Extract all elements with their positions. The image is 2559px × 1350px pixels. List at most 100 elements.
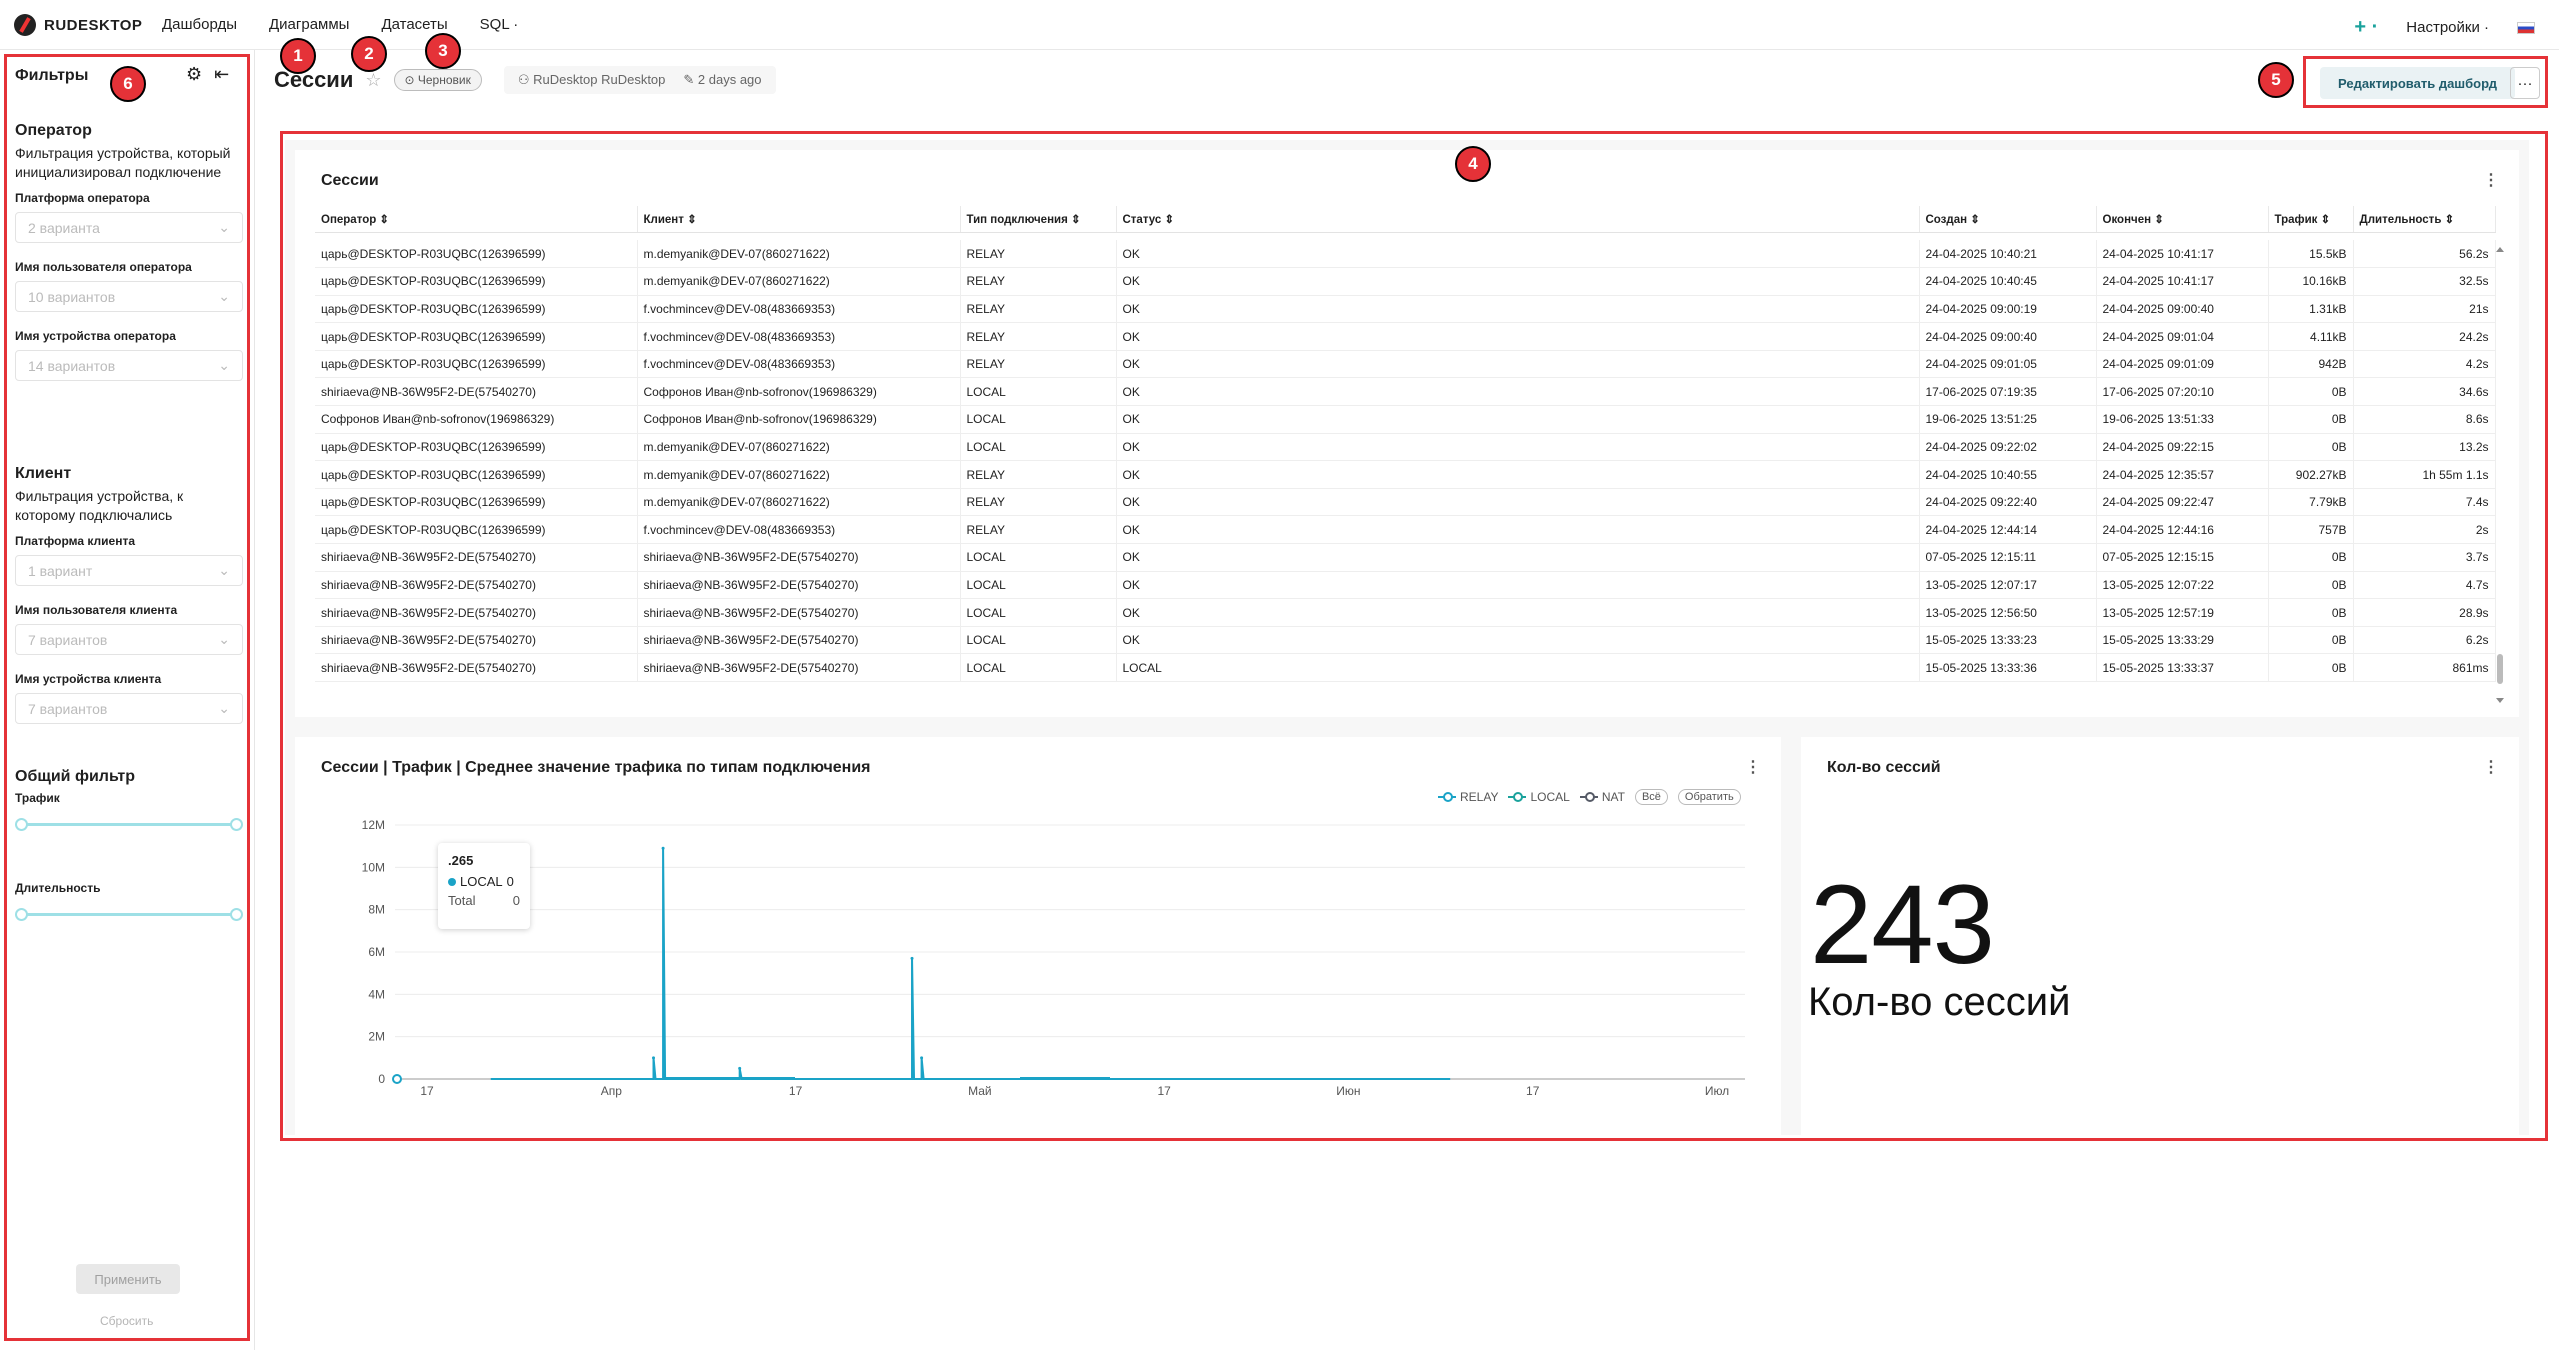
table-header-row: Оператор ⇕ Клиент ⇕ Тип подключения ⇕ Ст… [315,206,2496,233]
operator-platform-select[interactable]: 2 варианта ⌄ [15,212,243,243]
y-tick-label: 6M [368,945,385,959]
column-header-status[interactable]: Статус ⇕ [1116,206,1920,233]
table-row[interactable]: царь@DESKTOP-R03UQBC(126396599) m.demyani… [315,488,2496,517]
x-tick-label: Апр [601,1084,623,1098]
table-cell: 8.6s [2353,405,2496,434]
table-cell: shiriaeva@NB-36W95F2-DE(57540270) [315,626,638,655]
operator-username-select[interactable]: 10 вариантов ⌄ [15,281,243,312]
client-platform-select[interactable]: 1 вариант ⌄ [15,555,243,586]
column-header-ended[interactable]: Окончен ⇕ [2096,206,2269,233]
y-tick-label: 8M [368,903,385,917]
y-tick-label: 10M [362,860,385,874]
page-title: Сессии [274,67,354,92]
table-cell: m.demyanik@DEV-07(860271622) [637,267,961,296]
gear-icon[interactable]: ⚙ [186,64,202,85]
table-cell: 32.5s [2353,267,2496,296]
table-cell: shiriaeva@NB-36W95F2-DE(57540270) [637,598,961,627]
table-row[interactable]: shiriaeva@NB-36W95F2-DE(57540270) shiriae… [315,571,2496,600]
table-row[interactable]: царь@DESKTOP-R03UQBC(126396599) m.demyani… [315,433,2496,462]
language-flag-icon[interactable] [2517,21,2535,34]
table-row[interactable]: shiriaeva@NB-36W95F2-DE(57540270) shiriae… [315,598,2496,627]
table-row[interactable]: shiriaeva@NB-36W95F2-DE(57540270) shiriae… [315,626,2496,655]
column-header-client[interactable]: Клиент ⇕ [637,206,961,233]
slider-max-handle[interactable] [230,818,243,831]
table-cell: 24-04-2025 10:40:45 [1919,267,2097,296]
nav-datasets[interactable]: Датасеты [381,16,447,33]
table-cell: 13-05-2025 12:56:50 [1919,598,2097,627]
collapse-sidebar-icon[interactable]: ⇤ [214,64,229,85]
column-header-traffic[interactable]: Трафик ⇕ [2268,206,2354,233]
slider-max-handle[interactable] [230,908,243,921]
table-cell: 0B [2268,405,2354,434]
table-row[interactable]: царь@DESKTOP-R03UQBC(126396599) f.vochmin… [315,322,2496,351]
chevron-down-icon: ⌄ [218,288,230,304]
card-menu-icon[interactable]: ⋮ [2483,757,2499,777]
annotation-marker-4: 4 [1455,146,1491,182]
nav-sql[interactable]: SQL · [480,16,519,33]
filters-title: Фильтры [15,67,89,84]
traffic-chart-card: Сессии | Трафик | Среднее значение трафи… [295,737,1781,1135]
table-cell: shiriaeva@NB-36W95F2-DE(57540270) [315,377,638,407]
table-row[interactable]: shiriaeva@NB-36W95F2-DE(57540270) shiriae… [315,653,2496,682]
table-cell: OK [1116,460,1920,489]
table-row[interactable]: царь@DESKTOP-R03UQBC(126396599) m.demyani… [315,240,2496,269]
table-cell: 0B [2268,433,2354,462]
tooltip-total-value: 0 [512,893,520,908]
table-cell: Софронов Иван@nb-sofronov(196986329) [637,405,961,434]
data-point [738,1066,742,1070]
nav-charts[interactable]: Диаграммы [269,16,349,33]
app-logo[interactable]: RUDESKTOP [14,14,142,36]
edit-dashboard-button[interactable]: Редактировать дашборд [2320,67,2515,99]
card-title: Кол-во сессий [1827,759,1941,776]
column-header-created[interactable]: Создан ⇕ [1919,206,2097,233]
main-nav: Дашборды Диаграммы Датасеты SQL · [162,16,518,33]
operator-device-select[interactable]: 14 вариантов ⌄ [15,350,243,381]
nav-dashboards[interactable]: Дашборды [162,16,237,33]
table-scrollbar[interactable] [2495,246,2505,706]
table-cell: царь@DESKTOP-R03UQBC(126396599) [315,488,638,517]
general-filter-group: Общий фильтр Трафик Длительность [15,768,243,922]
more-actions-button[interactable]: ··· [2510,67,2540,99]
card-menu-icon[interactable]: ⋮ [2483,170,2499,190]
star-icon[interactable]: ☆ [365,70,381,91]
data-point [920,1056,924,1060]
column-header-connection-type[interactable]: Тип подключения ⇕ [960,206,1117,233]
add-menu-button[interactable]: + · [2354,16,2378,39]
session-count-subtitle: Кол-во сессий [1808,980,2071,1024]
operator-username-label: Имя пользователя оператора [15,260,192,274]
duration-range-slider[interactable] [15,906,243,922]
table-cell: OK [1116,377,1920,407]
client-username-select[interactable]: 7 вариантов ⌄ [15,624,243,655]
table-cell: Софронов Иван@nb-sofronov(196986329) [315,405,638,434]
table-cell: 24-04-2025 10:41:17 [2096,240,2269,269]
client-device-select[interactable]: 7 вариантов ⌄ [15,693,243,724]
settings-menu[interactable]: Настройки · [2406,19,2489,36]
table-row[interactable]: царь@DESKTOP-R03UQBC(126396599) f.vochmin… [315,515,2496,545]
reset-button[interactable]: Сбросить [100,1314,153,1328]
table-row[interactable]: царь@DESKTOP-R03UQBC(126396599) f.vochmin… [315,350,2496,379]
tooltip-series-name: LOCAL [460,874,503,889]
slider-min-handle[interactable] [15,818,28,831]
traffic-line-chart[interactable]: 0 2M 4M 6M 8M 10M 12M 17 Апр 17 Май 17 Июн 17 Июл [295,737,1781,1135]
table-cell: 15-05-2025 13:33:37 [2096,653,2269,682]
column-header-duration[interactable]: Длительность ⇕ [2353,206,2496,233]
table-row[interactable]: царь@DESKTOP-R03UQBC(126396599) m.demyani… [315,460,2496,489]
table-row[interactable]: царь@DESKTOP-R03UQBC(126396599) m.demyani… [315,267,2496,296]
table-row[interactable]: Софронов Иван@nb-sofronov(196986329) Софр… [315,405,2496,434]
column-header-operator[interactable]: Оператор ⇕ [315,206,638,233]
table-cell: RELAY [960,267,1117,296]
table-cell: 13-05-2025 12:07:22 [2096,571,2269,600]
table-cell: 24-04-2025 10:40:55 [1919,460,2097,489]
dashboard-meta: ⚇ RuDesktop RuDesktop ✎ 2 days ago [503,66,776,94]
traffic-range-slider[interactable] [15,816,243,832]
draft-badge[interactable]: ⊙ Черновик [393,69,482,91]
apply-button[interactable]: Применить [76,1264,180,1294]
table-cell: царь@DESKTOP-R03UQBC(126396599) [315,240,638,269]
slider-min-handle[interactable] [15,908,28,921]
table-cell: OK [1116,488,1920,517]
table-row[interactable]: shiriaeva@NB-36W95F2-DE(57540270) Софроно… [315,377,2496,407]
table-cell: LOCAL [960,626,1117,655]
table-row[interactable]: shiriaeva@NB-36W95F2-DE(57540270) shiriae… [315,543,2496,572]
table-row[interactable]: царь@DESKTOP-R03UQBC(126396599) f.vochmin… [315,295,2496,324]
filters-sidebar: Фильтры ⚙ ⇤ Оператор Фильтрация устройст… [0,50,255,1350]
